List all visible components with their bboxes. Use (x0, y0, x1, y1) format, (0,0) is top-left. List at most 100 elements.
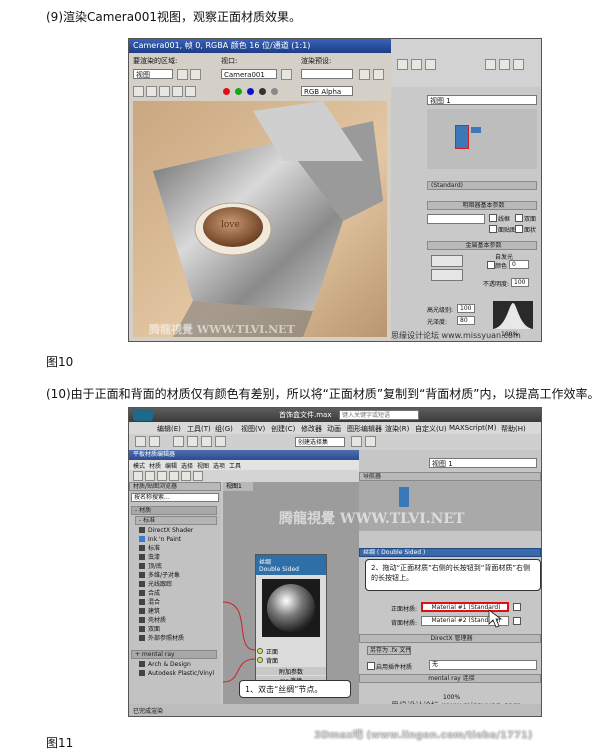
menu-help[interactable]: 帮助(H) (501, 424, 526, 434)
menu-group[interactable]: 组(G) (215, 424, 233, 434)
mr-connection-head[interactable]: mental ray 连接 (359, 674, 541, 683)
list-item[interactable]: 混合 (137, 598, 160, 607)
save-image-icon[interactable] (133, 86, 144, 97)
view-dropdown[interactable]: 视图 1 (429, 458, 537, 468)
list-item[interactable]: 标准 (137, 544, 160, 553)
face-map-checkbox[interactable] (489, 225, 497, 233)
menu-customize[interactable]: 自定义(U) (415, 424, 447, 434)
toolbar-button-5[interactable] (499, 59, 510, 70)
list-item[interactable]: 双面 (137, 625, 160, 634)
copy-image-icon[interactable] (146, 86, 157, 97)
editor-menu-mode[interactable]: 模式 (133, 461, 145, 470)
color-checkbox[interactable] (487, 261, 495, 269)
menu-rendering[interactable]: 渲染(R) (385, 424, 409, 434)
show-background-icon[interactable] (193, 471, 203, 481)
opacity-field[interactable]: 100 (511, 278, 529, 287)
menu-views[interactable]: 视图(V) (241, 424, 265, 434)
green-channel-icon[interactable] (235, 88, 242, 95)
menu-tools[interactable]: 工具(T) (187, 424, 211, 434)
max-logo-icon[interactable] (133, 409, 153, 421)
list-item[interactable]: 合成 (137, 589, 160, 598)
faceted-checkbox[interactable] (515, 225, 523, 233)
editor-menu-view[interactable]: 视图 (197, 461, 209, 470)
color-value-field[interactable]: 0 (509, 260, 529, 269)
mono-icon[interactable] (271, 88, 278, 95)
list-item[interactable]: DirectX Shader (137, 526, 193, 535)
back-material-checkbox[interactable] (513, 617, 521, 625)
list-item[interactable]: 光线跟踪 (137, 580, 172, 589)
editor-menu-tools[interactable]: 工具 (229, 461, 241, 470)
menu-modifiers[interactable]: 修改器 (301, 424, 322, 434)
group-mental-ray[interactable]: + mental ray (131, 650, 217, 659)
region-icon[interactable] (177, 69, 188, 80)
preset-dropdown[interactable] (301, 69, 353, 79)
use-plugin-checkbox[interactable] (367, 662, 375, 670)
editor-menu-select[interactable]: 选择 (181, 461, 193, 470)
list-item[interactable]: Arch & Design (137, 660, 191, 669)
editor-menu-material[interactable]: 材质 (149, 461, 161, 470)
editor-menu-edit[interactable]: 编辑 (165, 461, 177, 470)
rotate-icon[interactable] (201, 436, 212, 447)
directx-head[interactable]: DirectX 管理器 (359, 634, 541, 643)
toolbar-button-3[interactable] (425, 59, 436, 70)
specular-level-field[interactable]: 100 (457, 304, 475, 313)
list-item[interactable]: 顶/底 (137, 562, 162, 571)
search-input[interactable]: 键入关键字或短语 (339, 410, 419, 420)
viewport-dropdown[interactable]: Camera001 (221, 69, 277, 79)
view-dropdown[interactable]: 视图 1 (427, 95, 537, 105)
shader-rollout-head[interactable]: 明暗器基本参数 (427, 201, 537, 210)
list-item[interactable]: 外部参照材质 (137, 634, 184, 643)
redo-icon[interactable] (149, 436, 160, 447)
list-item[interactable]: Ink 'n Paint (137, 535, 181, 544)
undo-icon[interactable] (135, 436, 146, 447)
select-icon[interactable] (173, 436, 184, 447)
blue-channel-icon[interactable] (247, 88, 254, 95)
list-item[interactable]: 建筑 (137, 607, 160, 616)
menu-animation[interactable]: 动画 (327, 424, 341, 434)
clone-window-icon[interactable] (159, 86, 170, 97)
group-standard[interactable]: - 标准 (135, 516, 217, 525)
save-fx-button[interactable]: 另存为 .fx 文件 (367, 646, 411, 655)
region-auto-icon[interactable] (190, 69, 201, 80)
node-name-field[interactable]: 丝绸 ( Double Sided ) (359, 548, 541, 557)
environment-icon[interactable] (373, 69, 384, 80)
plugin-dropdown[interactable]: 无 (429, 660, 537, 670)
move-children-icon[interactable] (169, 471, 179, 481)
glossiness-field[interactable]: 80 (457, 316, 475, 325)
browser-search[interactable]: 按名称搜索... (131, 493, 219, 502)
toolbar-button-6[interactable] (513, 59, 524, 70)
wire-checkbox[interactable] (489, 214, 497, 222)
show-map-icon[interactable] (181, 471, 191, 481)
delete-icon[interactable] (157, 471, 167, 481)
front-material-checkbox[interactable] (513, 603, 521, 611)
group-material[interactable]: - 材质 (131, 506, 217, 515)
lock-icon[interactable] (281, 69, 292, 80)
metal-basic-rollout-head[interactable]: 金属基本参数 (427, 241, 537, 250)
list-item[interactable]: 多维/子对象 (137, 571, 180, 580)
two-sided-checkbox[interactable] (515, 214, 523, 222)
channel-dropdown[interactable]: RGB Alpha (301, 86, 353, 96)
list-item[interactable]: 壳材质 (137, 616, 166, 625)
shader-dropdown[interactable] (427, 214, 485, 224)
assign-material-icon[interactable] (145, 471, 155, 481)
menu-create[interactable]: 创建(C) (271, 424, 295, 434)
clear-icon[interactable] (185, 86, 196, 97)
pick-material-icon[interactable] (133, 471, 143, 481)
selection-set-dropdown[interactable]: 创建选择集 (295, 437, 345, 447)
render-setup-icon[interactable] (359, 69, 370, 80)
toolbar-button-1[interactable] (397, 59, 408, 70)
menu-graph-editors[interactable]: 图形编辑器 (347, 424, 382, 434)
alpha-channel-icon[interactable] (259, 88, 266, 95)
diffuse-swatch[interactable] (431, 269, 463, 281)
toolbar-button-4[interactable] (485, 59, 496, 70)
list-item[interactable]: Autodesk Plastic/Vinyl (137, 669, 214, 678)
area-dropdown[interactable]: 视图 (133, 69, 173, 79)
toolbar-button-2[interactable] (411, 59, 422, 70)
ambient-swatch[interactable] (431, 255, 463, 267)
print-icon[interactable] (172, 86, 183, 97)
red-channel-icon[interactable] (223, 88, 230, 95)
mirror-icon[interactable] (351, 436, 362, 447)
standard-rollout-head[interactable]: (Standard) (427, 181, 537, 190)
menu-edit[interactable]: 编辑(E) (157, 424, 181, 434)
scale-icon[interactable] (215, 436, 226, 447)
